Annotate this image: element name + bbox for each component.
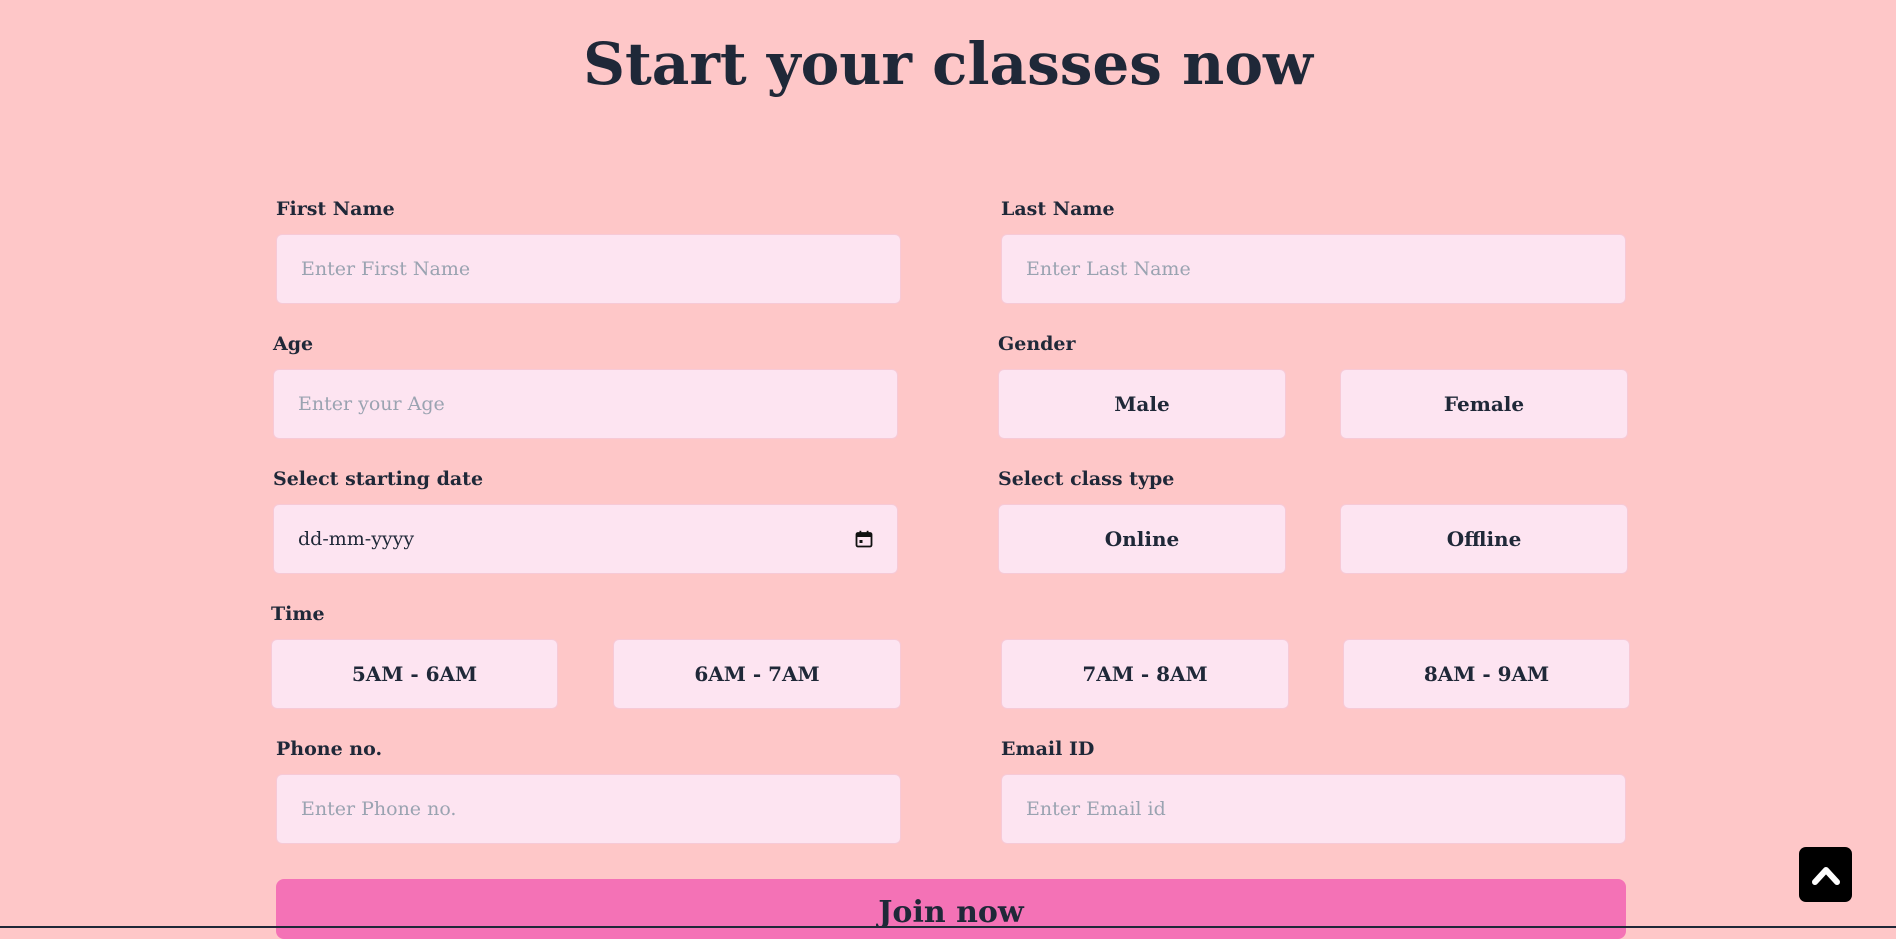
class-type-label: Select class type xyxy=(998,468,1175,490)
time-option-8am-9am[interactable]: 8AM - 9AM xyxy=(1343,639,1630,709)
email-label: Email ID xyxy=(1001,738,1095,760)
scroll-to-top-button[interactable] xyxy=(1799,847,1852,902)
start-date-label: Select starting date xyxy=(273,468,484,490)
time-option-5am-6am[interactable]: 5AM - 6AM xyxy=(271,639,558,709)
age-input[interactable] xyxy=(273,369,898,439)
time-option-7am-8am[interactable]: 7AM - 8AM xyxy=(1001,639,1289,709)
first-name-label: First Name xyxy=(276,198,395,220)
gender-option-female[interactable]: Female xyxy=(1340,369,1628,439)
last-name-label: Last Name xyxy=(1001,198,1115,220)
join-now-button[interactable]: Join now xyxy=(276,879,1626,939)
page-title: Start your classes now xyxy=(583,30,1313,98)
age-label: Age xyxy=(273,333,314,355)
first-name-input[interactable] xyxy=(276,234,901,304)
start-date-input[interactable]: dd-mm-yyyy xyxy=(273,504,898,574)
calendar-icon[interactable] xyxy=(855,530,873,548)
gender-label: Gender xyxy=(998,333,1076,355)
chevron-up-icon xyxy=(1811,866,1840,885)
last-name-input[interactable] xyxy=(1001,234,1626,304)
start-date-value: dd-mm-yyyy xyxy=(298,528,415,550)
time-option-6am-7am[interactable]: 6AM - 7AM xyxy=(613,639,901,709)
email-input[interactable] xyxy=(1001,774,1626,844)
phone-input[interactable] xyxy=(276,774,901,844)
class-type-option-online[interactable]: Online xyxy=(998,504,1286,574)
phone-label: Phone no. xyxy=(276,738,383,760)
time-label: Time xyxy=(271,603,325,625)
class-type-option-offline[interactable]: Offline xyxy=(1340,504,1628,574)
gender-option-male[interactable]: Male xyxy=(998,369,1286,439)
